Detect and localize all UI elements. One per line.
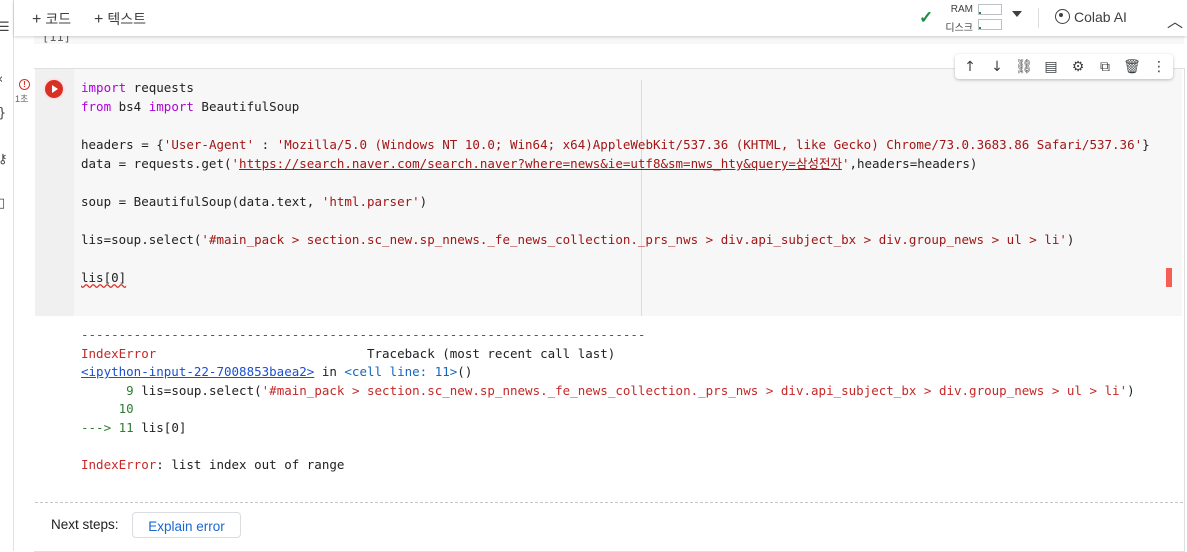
code-token: lis[0] [81,270,127,285]
code-token: 'html.parser' [321,194,420,209]
output-token: in [314,364,345,379]
output-token: lis[0] [141,419,187,435]
line-number: 10 [81,401,134,416]
error-status-icon: ! [19,79,30,90]
output-divider [35,502,1183,503]
settings-icon[interactable]: ⚙ [1068,57,1088,77]
explain-error-button[interactable]: Explain error [132,512,241,538]
toolbar-divider [1038,8,1039,28]
ram-label: RAM [950,4,973,15]
final-error-name: IndexError [81,456,157,472]
output-token: lis=soup.select( [141,382,262,398]
ram-usage-bar[interactable] [978,4,1002,15]
folder-icon[interactable]: ▯ [0,196,5,211]
colab-ai-icon [1055,9,1070,24]
colab-ai-label: Colab AI [1074,9,1127,25]
disk-usage-bar[interactable] [978,19,1002,30]
move-up-icon[interactable]: ↑ [960,57,980,77]
connected-check-icon: ✓ [919,8,934,27]
code-token: ) [419,194,428,209]
code-text[interactable]: import requests from bs4 import Beautifu… [81,78,1150,287]
code-token: 'User-Agent' [163,137,255,152]
code-token: bs4 [111,99,149,114]
brace-icon[interactable]: } [0,106,6,121]
code-token: : [254,137,277,152]
add-code-button[interactable]: + 코드 [32,9,71,29]
output-token: '#main_pack > section.sc_new.sp_nnews._f… [261,382,1128,398]
code-token: } [1142,137,1150,152]
code-token: ,headers=headers) [849,156,978,171]
colab-ai-button[interactable]: Colab AI [1055,9,1127,25]
code-token: 'Mozilla/5.0 (Windows NT 10.0; Win64; x6… [276,137,1143,152]
plus-icon: + [32,11,42,28]
error-line-arrow: ---> 11 [81,419,142,435]
delete-icon[interactable]: 🗑 [1122,57,1142,77]
add-text-label: 텍스트 [107,11,146,27]
line-number: 9 [81,382,142,398]
output-token: ) [1127,382,1135,398]
code-token: ) [1066,232,1075,247]
cell-toolbar: ↑ ↓ ⛓ ▤ ⚙ ⧉ 🗑 ⋮ [955,54,1173,79]
code-token: '#main_pack > section.sc_new.sp_nnews._f… [201,232,1067,247]
code-url-link[interactable]: https://search.naver.com/search.naver?wh… [239,156,842,171]
execution-time: 1초 [15,94,29,104]
chevron-icon[interactable]: ‹ [0,72,3,87]
error-name: IndexError [81,345,157,361]
disk-usage-fill [979,27,982,29]
link-icon[interactable]: ⛓ [1014,57,1034,77]
more-options-icon[interactable]: ⋮ [1149,57,1169,77]
plus-icon: + [94,11,104,28]
code-token: import [148,99,194,114]
code-token: ' [231,156,240,171]
code-token: requests [126,80,194,95]
code-token: import [81,80,127,95]
code-token: lis=soup.select( [81,232,202,247]
next-steps-label: Next steps: [51,517,119,532]
cell-line-ref: <cell line: 11> [344,364,458,379]
comment-icon[interactable]: ▤ [1041,57,1061,77]
output-rule: ----------------------------------------… [81,327,646,342]
code-token: soup = BeautifulSoup(data.text, [81,194,322,209]
input-reference-link[interactable]: <ipython-input-22-7008853baea2> [81,364,314,379]
notebook-toolbar: + 코드 + 텍스트 ✓ RAM 디스크 Colab AI ︿ [14,0,1187,36]
cell-output: ----------------------------------------… [81,326,1135,474]
editor-cursor [1166,268,1172,287]
traceback-header: Traceback (most recent call last) [156,345,616,361]
code-token: data = requests.get( [81,156,232,171]
cell-gutter [35,69,74,316]
add-text-button[interactable]: + 텍스트 [94,9,146,29]
menu-icon[interactable]: ☰ [0,20,10,35]
move-down-icon[interactable]: ↓ [987,57,1007,77]
collapse-header-icon[interactable]: ︿ [1167,8,1183,32]
ram-usage-fill [979,12,982,14]
disk-label: 디스크 [945,23,973,34]
run-cell-button[interactable] [45,80,63,98]
runtime-dropdown-icon[interactable] [1012,11,1022,17]
output-token: () [457,364,473,379]
code-token: from [81,99,112,114]
left-sidebar-rail: ☰ ‹ } ⚷ ▯ [0,0,14,551]
final-error-message: : list index out of range [156,456,345,472]
key-icon[interactable]: ⚷ [0,152,8,167]
code-token: BeautifulSoup [193,99,300,114]
code-token: headers = { [81,137,164,152]
add-code-label: 코드 [45,11,72,27]
mirror-cell-icon[interactable]: ⧉ [1095,57,1115,77]
